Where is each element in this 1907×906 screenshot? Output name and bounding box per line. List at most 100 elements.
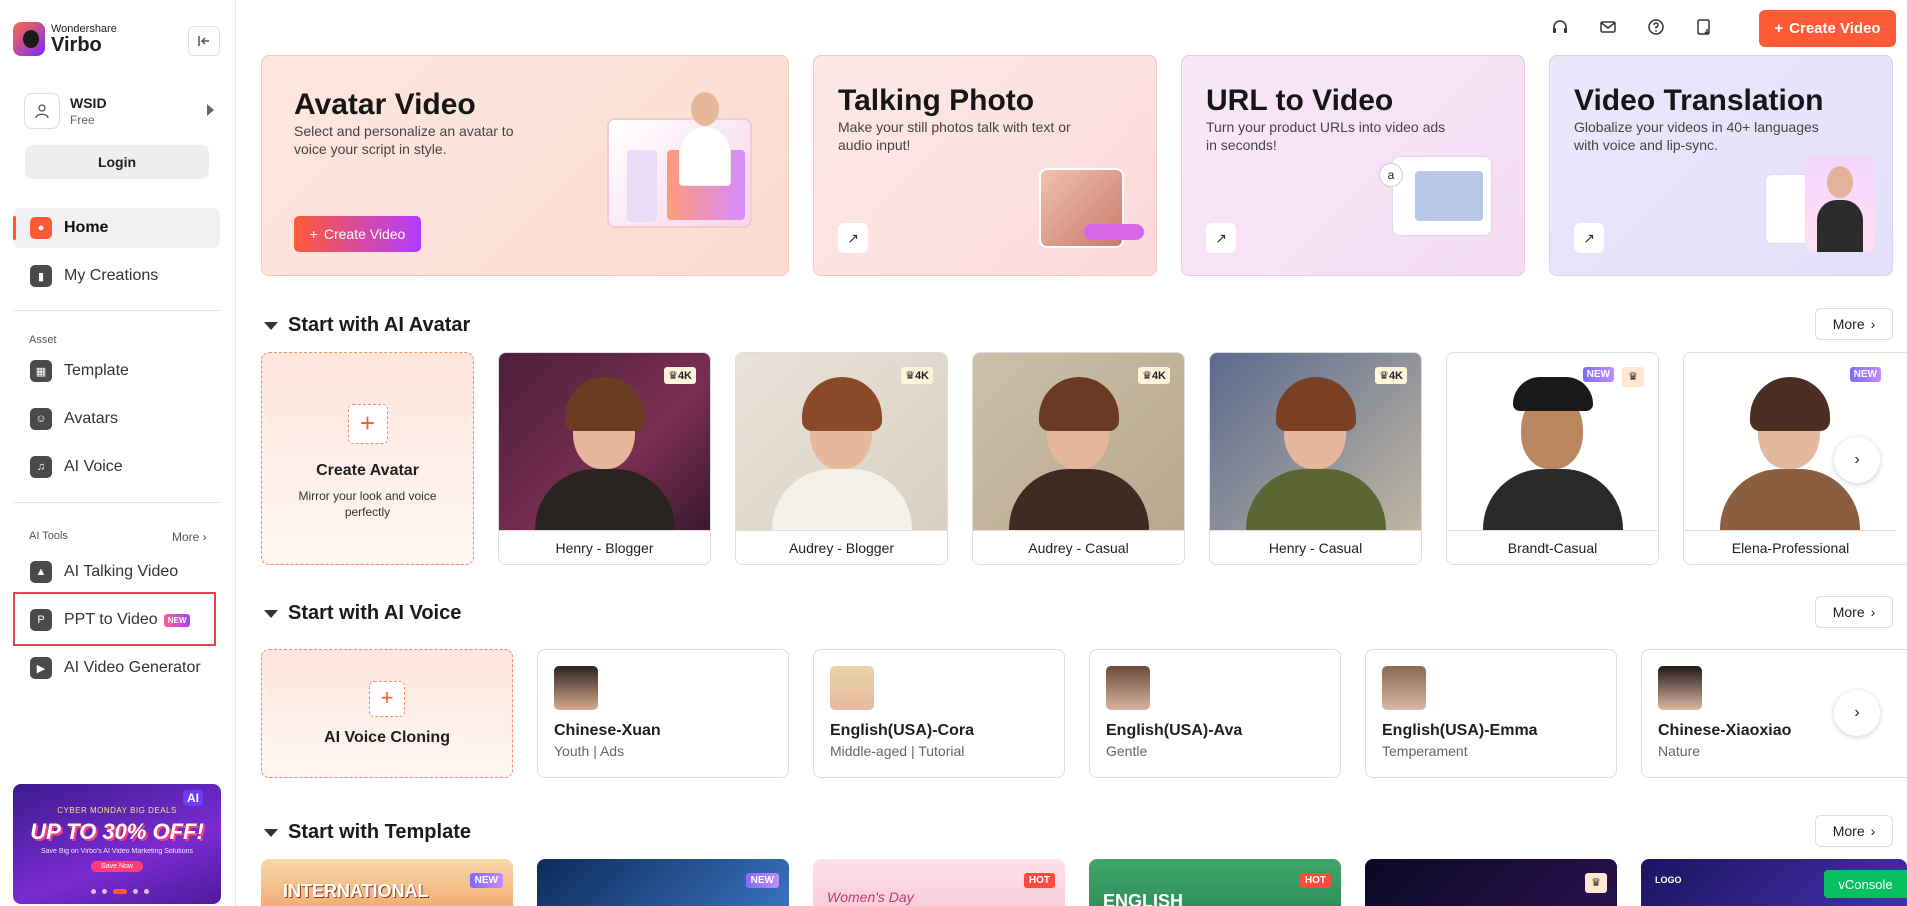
sidebar-item-ai-video-generator[interactable]: ▶ AI Video Generator [13, 648, 220, 688]
template-card[interactable]: INTERNATIONAL NEW [261, 859, 513, 906]
voice-name: English(USA)-Emma [1382, 722, 1538, 739]
chevron-right-icon: › [1854, 451, 1860, 468]
url-to-video-illustration: a [1379, 156, 1492, 236]
more-voices-button[interactable]: More › [1815, 596, 1893, 628]
caret-down-icon [264, 828, 278, 837]
login-button[interactable]: Login [25, 145, 209, 179]
help-icon[interactable] [1644, 15, 1668, 39]
new-badge: NEW [469, 873, 503, 888]
voice-avatar [1106, 666, 1150, 710]
feature-card-url-to-video[interactable]: URL to Video Turn your product URLs into… [1181, 55, 1525, 276]
new-badge: NEW [1582, 367, 1614, 382]
download-icon[interactable] [1692, 15, 1716, 39]
chevron-right-icon: › [1870, 316, 1876, 332]
sidebar-item-my-creations[interactable]: ▮ My Creations [13, 256, 220, 296]
voice-card[interactable]: English(USA)-Cora Middle-aged | Tutorial [813, 649, 1065, 778]
chevron-right-icon: › [1870, 604, 1876, 620]
selection-highlight [13, 592, 216, 646]
voice-card[interactable]: English(USA)-Ava Gentle [1089, 649, 1341, 778]
expand-arrow-icon[interactable] [207, 104, 214, 116]
promo-ai-tag: AI [183, 790, 203, 806]
sidebar-item-label: Home [64, 219, 109, 236]
user-account[interactable]: WSID Free [24, 88, 214, 134]
feature-card-avatar-video[interactable]: Avatar Video Select and personalize an a… [261, 55, 789, 276]
template-card[interactable]: ♛ [1365, 859, 1617, 906]
plus-icon: + [369, 681, 405, 717]
4k-badge: ♛4K [664, 367, 696, 384]
user-icon [35, 104, 49, 119]
sidebar-item-label: AI Talking Video [64, 563, 179, 580]
voice-cloning-title: AI Voice Cloning [324, 729, 450, 746]
avatar-card[interactable]: ♛4K Henry - Blogger [498, 352, 711, 565]
arrow-up-right-icon[interactable]: ↗ [1574, 223, 1604, 253]
sidebar-item-ai-talking-video[interactable]: ▲ AI Talking Video [13, 552, 220, 592]
template-icon: ▦ [30, 360, 52, 382]
template-card[interactable]: ENGLISH HOT [1089, 859, 1341, 906]
sidebar-item-label: AI Video Generator [64, 659, 201, 676]
sidebar-item-avatars[interactable]: ☺ Avatars [13, 399, 220, 439]
feature-card-video-translation[interactable]: Video Translation Globalize your videos … [1549, 55, 1893, 276]
carousel-dots[interactable] [91, 889, 149, 894]
voices-next-button[interactable]: › [1834, 690, 1880, 736]
hot-badge: HOT [1023, 873, 1055, 888]
template-card[interactable]: NEW [537, 859, 789, 906]
virbo-logo-icon [13, 22, 45, 56]
create-avatar-desc: Mirror your look and voice perfectly [298, 489, 437, 519]
voice-tags: Temperament [1382, 743, 1468, 759]
create-avatar-card[interactable]: + Create Avatar Mirror your look and voi… [261, 352, 474, 565]
section-header-template[interactable]: Start with Template [264, 821, 471, 844]
feature-title: Video Translation [1574, 84, 1824, 117]
4k-badge: ♛4K [901, 367, 933, 384]
feature-card-talking-photo[interactable]: Talking Photo Make your still photos tal… [813, 55, 1157, 276]
promo-line1: CYBER MONDAY BIG DEALS [57, 806, 177, 815]
more-avatars-button[interactable]: More › [1815, 308, 1893, 340]
product-name: Virbo [51, 34, 102, 56]
crown-icon: ♛ [1622, 367, 1644, 387]
section-header-ai-avatar[interactable]: Start with AI Avatar [264, 314, 470, 337]
avatar-card[interactable]: NEW ♛ Brandt-Casual [1446, 352, 1659, 565]
headset-icon[interactable] [1548, 15, 1572, 39]
mail-icon[interactable] [1596, 15, 1620, 39]
create-video-card-button[interactable]: + Create Video [294, 216, 421, 252]
ai-tools-more-link[interactable]: More › [172, 530, 207, 544]
more-templates-button[interactable]: More › [1815, 815, 1893, 847]
avatar-card[interactable]: ♛4K Audrey - Blogger [735, 352, 948, 565]
template-card[interactable]: Women's Day HOT [813, 859, 1065, 906]
ai-voice-cloning-card[interactable]: + AI Voice Cloning [261, 649, 513, 778]
voice-name: English(USA)-Cora [830, 722, 974, 739]
create-video-button[interactable]: + Create Video [1759, 10, 1896, 47]
arrow-up-right-icon[interactable]: ↗ [838, 223, 868, 253]
sidebar: Wondershare Virbo WSID Free Login ● Home… [0, 0, 236, 906]
user-plan: Free [70, 113, 95, 127]
voice-card[interactable]: English(USA)-Emma Temperament [1365, 649, 1617, 778]
voice-avatar [1658, 666, 1702, 710]
vconsole-button[interactable]: vConsole [1824, 870, 1907, 898]
voice-name: English(USA)-Ava [1106, 722, 1243, 739]
sidebar-item-ai-voice[interactable]: ♫ AI Voice [13, 447, 220, 487]
sidebar-divider [13, 310, 220, 311]
app-logo[interactable]: Wondershare Virbo [13, 22, 117, 56]
voice-tags: Nature [1658, 743, 1701, 759]
voice-avatar [554, 666, 598, 710]
avatar-card[interactable]: ♛4K Henry - Casual [1209, 352, 1422, 565]
promo-cta[interactable]: Save Now [91, 861, 143, 872]
arrow-up-right-icon[interactable]: ↗ [1206, 223, 1236, 253]
promo-headline: UP TO 30% OFF! [30, 819, 204, 844]
promo-banner[interactable]: AI CYBER MONDAY BIG DEALS UP TO 30% OFF!… [13, 784, 221, 904]
section-header-ai-voice[interactable]: Start with AI Voice [264, 602, 461, 625]
voice-avatar [1382, 666, 1426, 710]
avatar-name: Henry - Blogger [499, 530, 710, 564]
home-icon: ● [30, 217, 52, 239]
voice-card[interactable]: Chinese-Xuan Youth | Ads [537, 649, 789, 778]
avatars-next-button[interactable]: › [1834, 437, 1880, 483]
plus-icon: + [1774, 20, 1784, 37]
collapse-sidebar-button[interactable] [188, 26, 220, 56]
avatar-name: Brandt-Casual [1447, 530, 1658, 564]
sidebar-item-template[interactable]: ▦ Template [13, 351, 220, 391]
voice-tags: Gentle [1106, 743, 1148, 759]
avatar-card[interactable]: ♛4K Audrey - Casual [972, 352, 1185, 565]
hot-badge: HOT [1299, 873, 1331, 888]
feature-title: Talking Photo [838, 84, 1035, 117]
sidebar-item-home[interactable]: ● Home [13, 208, 220, 248]
chevron-right-icon: › [1854, 704, 1860, 721]
